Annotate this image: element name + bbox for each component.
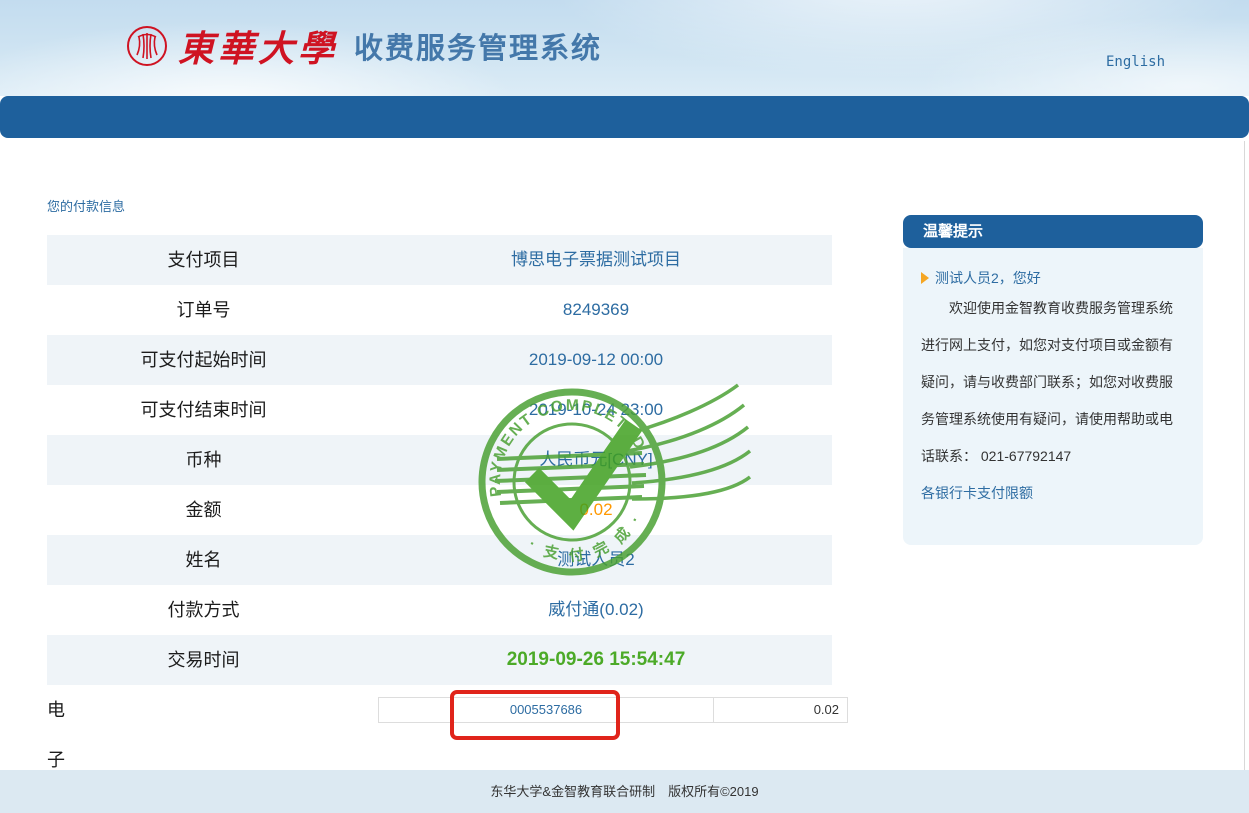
- page-right-border: [1244, 141, 1245, 770]
- table-row-order-number: 订单号 8249369: [47, 285, 832, 335]
- payment-result-page: 東華大學 收费服务管理系统 English 您的付款信息 支付项目 博思电子票据…: [0, 0, 1249, 813]
- row-label: 币种: [47, 435, 360, 485]
- row-label: 可支付结束时间: [47, 385, 360, 435]
- invoice-number-highlight-box: [450, 690, 620, 740]
- row-label: 电子票据: [47, 685, 65, 735]
- tips-sidebar: 温馨提示 测试人员2，您好 欢迎使用金智教育收费服务管理系统进行网上支付，如您对…: [903, 215, 1203, 545]
- university-seal-icon: [126, 25, 168, 67]
- tips-message: 欢迎使用金智教育收费服务管理系统进行网上支付，如您对支付项目或金额有疑问，请与收…: [921, 290, 1185, 475]
- payment-completed-stamp: PAYMENT COMPLETED ·支付完成·: [472, 367, 757, 602]
- tips-sidebar-title: 温馨提示: [903, 215, 1203, 248]
- user-greeting: 测试人员2，您好: [921, 268, 1185, 288]
- row-value: 博思电子票据测试项目: [360, 235, 832, 285]
- checkmark-icon: [532, 425, 634, 515]
- university-name: 東華大學: [178, 20, 338, 72]
- row-label: 交易时间: [47, 635, 360, 685]
- payment-info-section-title: 您的付款信息: [47, 196, 125, 215]
- row-value: 8249369: [360, 285, 832, 335]
- system-title: 收费服务管理系统: [354, 25, 602, 67]
- row-label: 付款方式: [47, 585, 360, 635]
- table-row-e-invoice: 电子票据 0005537686 0.02: [47, 685, 832, 735]
- tips-sidebar-body: 测试人员2，您好 欢迎使用金智教育收费服务管理系统进行网上支付，如您对支付项目或…: [903, 248, 1203, 545]
- site-footer: 东华大学&金智教育联合研制 版权所有©2019: [0, 770, 1249, 813]
- row-label: 订单号: [47, 285, 360, 335]
- main-nav-bar: [0, 96, 1249, 138]
- english-language-link[interactable]: English: [1106, 54, 1165, 70]
- table-row-transaction-time: 交易时间 2019-09-26 15:54:47: [47, 635, 832, 685]
- row-label: 支付项目: [47, 235, 360, 285]
- row-label: 可支付起始时间: [47, 335, 360, 385]
- row-label: 金额: [47, 485, 360, 535]
- logo-group: 東華大學 收费服务管理系统: [126, 20, 602, 72]
- row-value-transaction-time: 2019-09-26 15:54:47: [360, 635, 832, 685]
- invoice-amount: 0.02: [714, 698, 847, 722]
- user-greeting-text: 测试人员2，您好: [935, 268, 1041, 288]
- table-row-pay-item: 支付项目 博思电子票据测试项目: [47, 235, 832, 285]
- arrow-bullet-icon: [921, 272, 929, 284]
- site-header: 東華大學 收费服务管理系统 English: [0, 0, 1249, 96]
- row-label: 姓名: [47, 535, 360, 585]
- bank-card-limit-link[interactable]: 各银行卡支付限额: [921, 475, 1185, 512]
